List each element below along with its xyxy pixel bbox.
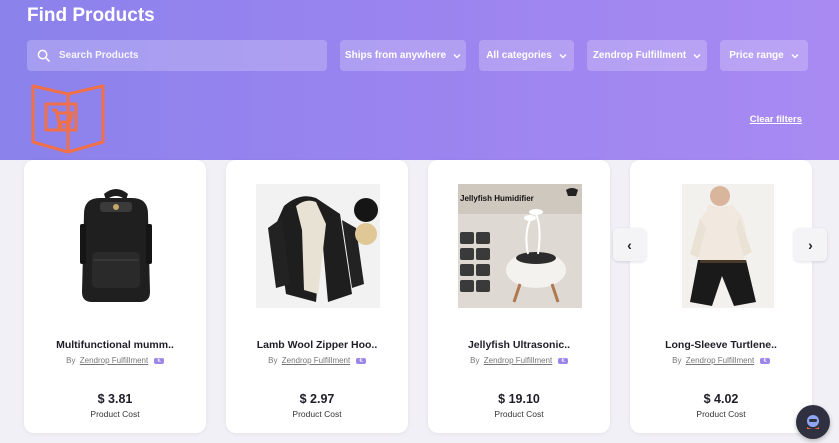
- image-caption: Jellyfish Humidifier: [460, 194, 534, 203]
- product-name[interactable]: Multifunctional mumm..: [24, 339, 206, 351]
- price-label: Product Cost: [90, 409, 140, 419]
- help-chat-button[interactable]: [796, 405, 830, 439]
- filter-fulfillment[interactable]: Zendrop Fulfillment: [587, 40, 707, 71]
- humidifier-image: Jellyfish Humidifier: [458, 184, 582, 308]
- product-price: $ 2.97: [299, 392, 335, 406]
- carousel-next-button[interactable]: ›: [794, 228, 827, 261]
- help-chat-icon: [807, 415, 819, 429]
- filter-label: Zendrop Fulfillment: [592, 50, 687, 61]
- supplier-badge: €: [154, 358, 164, 364]
- price-label: Product Cost: [292, 409, 342, 419]
- supplier-link[interactable]: Zendrop Fulfillment: [686, 356, 754, 365]
- search-bar[interactable]: [27, 40, 327, 71]
- product-card[interactable]: Lamb Wool Zipper Hoo.. By Zendrop Fulfil…: [226, 160, 408, 433]
- supplier-line: By Zendrop Fulfillment €: [226, 356, 408, 365]
- product-name[interactable]: Long-Sleeve Turtlene..: [630, 339, 812, 351]
- supplier-link[interactable]: Zendrop Fulfillment: [484, 356, 552, 365]
- product-card[interactable]: Long-Sleeve Turtlene.. By Zendrop Fulfil…: [630, 160, 812, 433]
- by-label: By: [470, 356, 480, 365]
- carousel-prev-button[interactable]: ‹: [613, 228, 646, 261]
- product-name[interactable]: Lamb Wool Zipper Hoo..: [226, 339, 408, 351]
- by-label: By: [268, 356, 278, 365]
- product-price: $ 4.02: [703, 392, 739, 406]
- search-input[interactable]: [59, 50, 299, 61]
- product-price: $ 19.10: [498, 392, 540, 406]
- product-image: [54, 184, 178, 308]
- filter-categories[interactable]: All categories: [479, 40, 574, 71]
- product-price: $ 3.81: [97, 392, 133, 406]
- shopping-book-logo: [31, 84, 105, 154]
- hoodie-image: [256, 184, 380, 308]
- chevron-down-icon: [559, 53, 567, 58]
- supplier-badge: €: [356, 358, 366, 364]
- product-image: Jellyfish Humidifier: [458, 184, 582, 308]
- filter-label: All categories: [486, 50, 552, 61]
- backpack-image: [80, 189, 152, 302]
- price-label: Product Cost: [494, 409, 544, 419]
- turtleneck-image: [682, 184, 774, 308]
- filter-price-range[interactable]: Price range: [720, 40, 808, 71]
- header-banner: Find Products Ships from anywhere All ca…: [0, 0, 839, 160]
- supplier-badge: €: [558, 358, 568, 364]
- by-label: By: [672, 356, 682, 365]
- filter-label: Ships from anywhere: [344, 50, 447, 61]
- supplier-line: By Zendrop Fulfillment €: [24, 356, 206, 365]
- supplier-line: By Zendrop Fulfillment €: [428, 356, 610, 365]
- filter-ships-from[interactable]: Ships from anywhere: [340, 40, 466, 71]
- supplier-link[interactable]: Zendrop Fulfillment: [80, 356, 148, 365]
- product-image: [256, 184, 380, 308]
- supplier-link[interactable]: Zendrop Fulfillment: [282, 356, 350, 365]
- product-card[interactable]: Multifunctional mumm.. By Zendrop Fulfil…: [24, 160, 206, 433]
- page-title: Find Products: [27, 5, 155, 26]
- price-label: Product Cost: [696, 409, 746, 419]
- chevron-down-icon: [453, 53, 461, 58]
- clear-filters-link[interactable]: Clear filters: [750, 114, 802, 125]
- chevron-down-icon: [693, 53, 701, 58]
- supplier-badge: €: [760, 358, 770, 364]
- search-icon: [37, 49, 50, 62]
- filter-label: Price range: [729, 50, 784, 61]
- by-label: By: [66, 356, 76, 365]
- product-card[interactable]: Jellyfish Humidifier Jellyfish Ultrasoni…: [428, 160, 610, 433]
- product-image: [660, 184, 784, 308]
- chevron-down-icon: [791, 53, 799, 58]
- supplier-line: By Zendrop Fulfillment €: [630, 356, 812, 365]
- product-name[interactable]: Jellyfish Ultrasonic..: [428, 339, 610, 351]
